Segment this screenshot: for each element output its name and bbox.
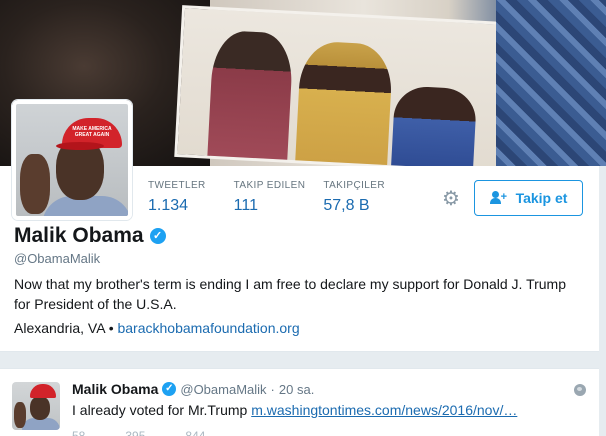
tweet-body: I already voted for Mr.Trump bbox=[72, 402, 248, 418]
verified-badge-icon: ✓ bbox=[162, 382, 177, 396]
profile-handle[interactable]: @ObamaMalik bbox=[14, 251, 100, 266]
header-person-right bbox=[391, 85, 478, 166]
profile-location-row: Alexandria, VA • barackhobamafoundation.… bbox=[14, 320, 300, 336]
tweet-avatar-face bbox=[30, 396, 50, 420]
header-shirt-pattern bbox=[496, 0, 606, 166]
more-actions[interactable]: ... bbox=[245, 429, 255, 436]
gear-icon[interactable]: ⚙ bbox=[440, 188, 462, 210]
tweet-author-name[interactable]: Malik Obama bbox=[72, 381, 158, 397]
like-count[interactable]: 844 bbox=[185, 429, 205, 436]
avatar-cap-text: MAKE AMERICA GREAT AGAIN bbox=[72, 126, 112, 138]
globe-icon bbox=[574, 384, 586, 396]
header-person-left bbox=[207, 29, 294, 160]
stat-followers[interactable]: TAKIPÇILER 57,8 B bbox=[323, 180, 385, 215]
profile-bio: Now that my brother's term is ending I a… bbox=[14, 276, 567, 312]
reply-count[interactable]: 58 bbox=[72, 429, 85, 436]
follow-button-label: Takip et bbox=[515, 190, 568, 206]
avatar-shirt bbox=[42, 196, 128, 216]
profile-name-row: Malik Obama ✓ bbox=[14, 224, 166, 248]
stat-value: 1.134 bbox=[148, 197, 189, 214]
header-held-photo bbox=[174, 5, 527, 166]
profile-website-link[interactable]: barackhobamafoundation.org bbox=[117, 320, 299, 336]
tweet-separator: · bbox=[270, 381, 275, 397]
stat-label: TWEETLER bbox=[148, 180, 206, 191]
stat-value: 111 bbox=[233, 197, 258, 214]
header-person-middle bbox=[295, 40, 394, 166]
location-separator: • bbox=[108, 320, 114, 336]
tweet-item[interactable]: Malik Obama ✓ @ObamaMalik · 20 sa. I alr… bbox=[0, 368, 599, 436]
stat-following[interactable]: TAKIP EDILEN 111 bbox=[234, 180, 306, 215]
profile-location: Alexandria, VA bbox=[14, 320, 105, 336]
stat-tweets[interactable]: TWEETLER 1.134 bbox=[148, 180, 206, 215]
tweet-text: I already voted for Mr.Trump m.washingto… bbox=[72, 402, 517, 418]
avatar-hand bbox=[20, 154, 50, 214]
tweet-timestamp[interactable]: 20 sa. bbox=[279, 382, 314, 397]
avatar-cap-brim bbox=[56, 142, 104, 150]
stat-label: TAKIP EDILEN bbox=[233, 180, 306, 191]
tweet-header: Malik Obama ✓ @ObamaMalik · 20 sa. bbox=[72, 381, 314, 397]
verified-badge-icon: ✓ bbox=[149, 228, 166, 244]
tweet-avatar-hand bbox=[14, 402, 26, 428]
tweet-link[interactable]: m.washingtontimes.com/news/2016/nov/… bbox=[251, 402, 517, 418]
tweet-avatar[interactable] bbox=[12, 382, 60, 430]
tweet-avatar-cap bbox=[30, 384, 56, 398]
profile-stats: TWEETLER 1.134 TAKIP EDILEN 111 TAKIPÇIL… bbox=[148, 180, 403, 215]
retweet-count[interactable]: 395 bbox=[125, 429, 145, 436]
tweet-author-handle[interactable]: @ObamaMalik bbox=[180, 382, 266, 397]
profile-avatar[interactable]: MAKE AMERICA GREAT AGAIN bbox=[12, 100, 132, 220]
stat-label: TAKIPÇILER bbox=[323, 180, 385, 191]
tweet-actions: 58 395 844 ... bbox=[72, 429, 255, 436]
stat-value: 57,8 B bbox=[323, 197, 370, 214]
add-user-icon: + bbox=[489, 191, 508, 205]
profile-display-name[interactable]: Malik Obama bbox=[14, 224, 144, 248]
follow-button[interactable]: + Takip et bbox=[474, 180, 583, 216]
